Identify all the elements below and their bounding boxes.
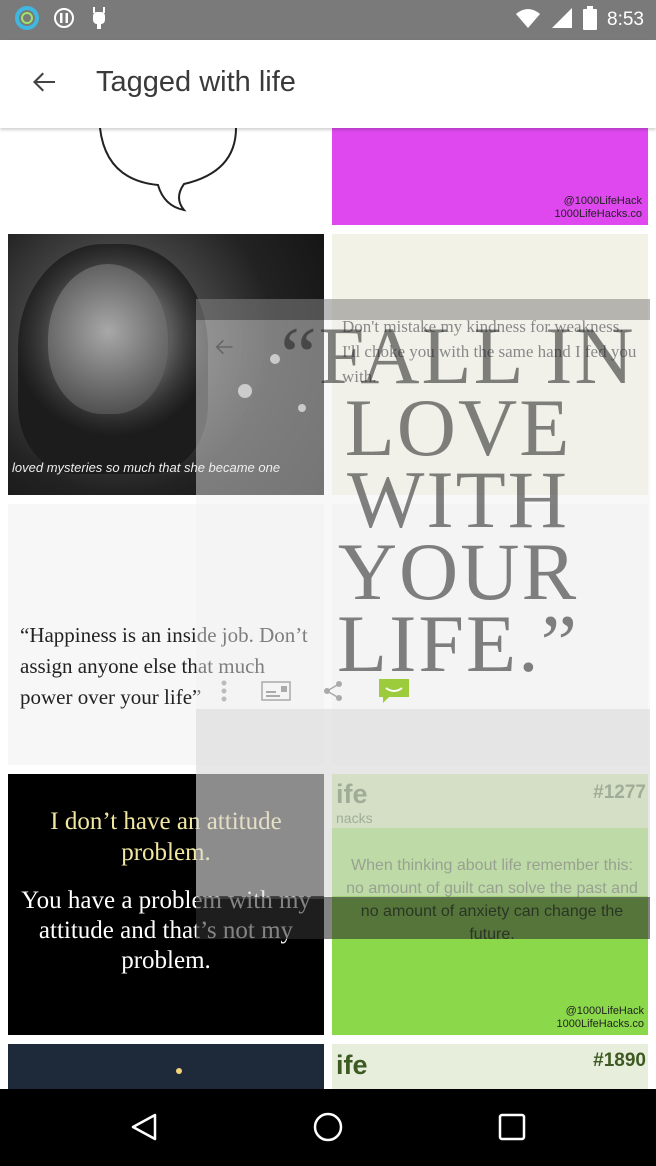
back-triangle-icon bbox=[129, 1112, 159, 1147]
image-viewer-overlay: “FALL IN LOVE WITH YOUR LIFE.” bbox=[196, 299, 650, 939]
share-icon bbox=[322, 680, 344, 707]
battery-icon bbox=[583, 5, 598, 35]
light-dot bbox=[176, 1068, 182, 1074]
speech-bubble-drawing bbox=[99, 128, 237, 212]
lifehacks-logo: ife bbox=[336, 1050, 368, 1080]
comment-icon bbox=[377, 677, 411, 710]
overlay-bottom-strip bbox=[196, 897, 650, 939]
overlay-lower-band bbox=[196, 709, 650, 899]
slideshow-icon bbox=[261, 680, 291, 706]
overlay-action-bar bbox=[196, 667, 650, 719]
overlay-back-button[interactable] bbox=[204, 329, 244, 369]
watermark-line: 1000LifeHacks.co bbox=[556, 1018, 644, 1030]
sync-icon bbox=[52, 6, 76, 35]
wifi-icon bbox=[515, 7, 541, 34]
hack-number: #1890 bbox=[593, 1050, 646, 1071]
status-time: 8:53 bbox=[607, 9, 644, 30]
android-icon bbox=[88, 6, 110, 35]
image-tile-lifehack-1890[interactable]: ife #1890 bbox=[332, 1044, 648, 1089]
comment-button[interactable] bbox=[374, 673, 414, 713]
slideshow-button[interactable] bbox=[256, 673, 296, 713]
signal-icon bbox=[551, 7, 573, 34]
watermark-line: @1000LifeHack bbox=[563, 195, 642, 207]
home-circle-icon bbox=[312, 1111, 344, 1148]
image-tile-speech-bubble[interactable] bbox=[8, 128, 324, 225]
watermark-line: @1000LifeHack bbox=[565, 1005, 644, 1017]
status-icons-right: 8:53 bbox=[515, 5, 644, 35]
nav-home-button[interactable] bbox=[306, 1107, 350, 1151]
share-button[interactable] bbox=[313, 673, 353, 713]
status-bar: 8:53 bbox=[0, 0, 656, 40]
photo-face bbox=[48, 264, 168, 414]
watermark-line: 1000LifeHacks.co bbox=[554, 208, 642, 220]
nav-back-button[interactable] bbox=[122, 1107, 166, 1151]
watermark: @1000LifeHack 1000LifeHacks.co bbox=[557, 1005, 644, 1031]
app-ring-icon bbox=[14, 5, 40, 36]
status-icons-left bbox=[14, 5, 110, 36]
nav-recents-button[interactable] bbox=[490, 1107, 534, 1151]
image-tile-night[interactable] bbox=[8, 1044, 324, 1089]
recents-square-icon bbox=[498, 1113, 526, 1146]
image-tile-magenta[interactable]: @1000LifeHack 1000LifeHacks.co bbox=[332, 128, 648, 225]
back-button[interactable] bbox=[20, 60, 68, 108]
arrow-back-icon bbox=[31, 69, 57, 100]
page-title: Tagged with life bbox=[96, 66, 296, 98]
watermark: @1000LifeHack 1000LifeHacks.co bbox=[555, 195, 642, 221]
overlay-quote-text: “FALL IN LOVE WITH YOUR LIFE.” bbox=[280, 310, 636, 689]
app-bar: Tagged with life bbox=[0, 40, 656, 128]
more-icon bbox=[220, 680, 228, 707]
arrow-back-icon bbox=[214, 337, 234, 362]
navigation-bar bbox=[0, 1089, 656, 1166]
more-button[interactable] bbox=[204, 673, 244, 713]
